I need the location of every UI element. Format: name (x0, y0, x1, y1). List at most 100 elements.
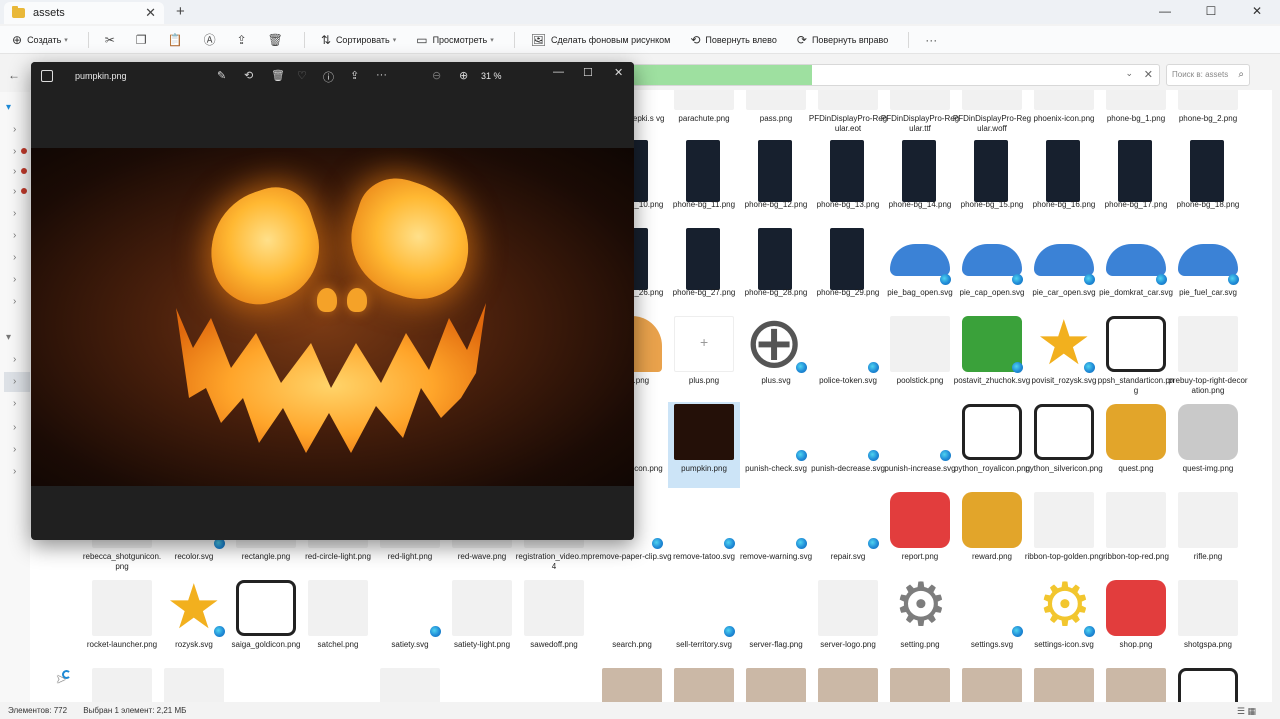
file-tile[interactable] (230, 666, 302, 702)
create-button[interactable]: ⊕ Создать ▾ (12, 33, 68, 47)
file-tile[interactable]: ribbon-top-golden.png (1025, 490, 1103, 576)
file-tile[interactable]: prebuy-top-right-decoration.png (1168, 314, 1248, 400)
minimize-button[interactable]: — (1142, 0, 1188, 24)
file-tile[interactable] (446, 666, 518, 702)
file-tile[interactable]: satchel.png (302, 578, 374, 664)
file-tile[interactable]: pumpkin.png (668, 402, 740, 488)
zoom-out-icon[interactable]: ⊖ (432, 69, 441, 82)
share-icon[interactable]: ⇪ (237, 33, 247, 47)
chevron-right-icon[interactable]: › (13, 296, 16, 307)
chevron-right-icon[interactable]: › (13, 124, 16, 135)
file-tile[interactable]: rifle.png (1172, 490, 1244, 576)
file-tile[interactable]: settings.svg (956, 578, 1028, 664)
rotate-icon[interactable]: ⟲ (244, 69, 253, 82)
file-tile[interactable]: phone-bg_11.png (668, 138, 740, 224)
rename-icon[interactable]: Ⓐ (204, 31, 216, 48)
more-options-icon[interactable]: ··· (925, 33, 937, 47)
file-tile[interactable]: pie_domkrat_car.svg (1099, 226, 1173, 312)
file-tile[interactable]: search.png (596, 578, 668, 664)
rotate-left-button[interactable]: ⟲ Повернуть влево (690, 33, 777, 47)
file-tile[interactable]: phone-bg_27.png (668, 226, 740, 312)
share-icon[interactable]: ⇪ (350, 69, 359, 82)
file-tile[interactable]: phone-bg_29.png (812, 226, 884, 312)
file-tile[interactable]: sawedoff.png (518, 578, 590, 664)
chevron-right-icon[interactable]: › (13, 208, 16, 219)
chevron-right-icon[interactable]: › (13, 376, 16, 387)
file-tile[interactable]: report.png (884, 490, 956, 576)
chevron-right-icon[interactable]: › (13, 230, 16, 241)
more-options-icon[interactable]: ··· (376, 69, 387, 81)
chevron-down-icon[interactable]: ⌄ (1125, 68, 1133, 79)
file-tile[interactable]: police-token.svg (812, 314, 884, 400)
zoom-in-icon[interactable]: ⊕ (459, 69, 468, 82)
sort-button[interactable]: ⇅ Сортировать ▾ (321, 33, 396, 47)
file-tile[interactable]: PFDinDisplayPro-Regular.woff (953, 90, 1031, 138)
copy-icon[interactable]: ❐ (136, 33, 147, 47)
view-button[interactable]: ▭ Просмотреть ▾ (416, 33, 493, 47)
file-tile[interactable] (86, 666, 158, 702)
file-tile[interactable]: ppsh_standarticon.png (1098, 314, 1174, 400)
chevron-right-icon[interactable]: › (13, 274, 16, 285)
close-tab-icon[interactable]: ✕ (145, 5, 156, 21)
file-tile[interactable]: poolstick.png (884, 314, 956, 400)
file-tile[interactable]: phone-bg_15.png (956, 138, 1028, 224)
file-tile[interactable]: pie_car_open.svg (1028, 226, 1100, 312)
file-tile[interactable]: satiety.svg (374, 578, 446, 664)
file-tile[interactable] (374, 666, 446, 702)
file-tile[interactable]: phone-bg_2.png (1172, 90, 1244, 138)
delete-icon[interactable]: 🗑 (271, 69, 285, 82)
chevron-right-icon[interactable]: › (13, 466, 16, 477)
chevron-right-icon[interactable]: › (13, 252, 16, 263)
file-tile[interactable]: settings-icon.svg (1028, 578, 1100, 664)
back-arrow-icon[interactable]: ← (8, 68, 20, 82)
rotate-right-button[interactable]: ⟳ Повернуть вправо (797, 33, 888, 47)
file-tile[interactable]: sell-territory.svg (668, 578, 740, 664)
paste-icon[interactable]: 📋 (168, 33, 183, 47)
file-tile[interactable] (668, 666, 740, 702)
chevron-down-icon[interactable]: ▾ (6, 332, 11, 343)
file-tile[interactable]: server-flag.png (740, 578, 812, 664)
address-bar[interactable]: ⌄ ✕ (632, 64, 1160, 86)
maximize-button[interactable]: ☐ (1188, 0, 1234, 24)
favorite-icon[interactable]: ♡ (297, 69, 307, 82)
file-tile[interactable]: repair.svg (812, 490, 884, 576)
file-tile[interactable] (1100, 666, 1172, 702)
file-tile[interactable]: remove-tatoo.svg (668, 490, 740, 576)
file-tile[interactable]: rozysk.svg (158, 578, 230, 664)
close-button[interactable]: ✕ (1234, 0, 1280, 24)
file-tile[interactable]: ribbon-top-red.png (1100, 490, 1172, 576)
info-icon[interactable]: ⓘ (323, 69, 334, 85)
file-tile[interactable] (1172, 666, 1244, 702)
file-tile[interactable]: shop.png (1100, 578, 1172, 664)
delete-icon[interactable]: 🗑 (268, 33, 283, 47)
new-tab-button[interactable]: + (176, 3, 185, 20)
maximize-button[interactable]: ☐ (583, 66, 593, 79)
file-tile[interactable]: satiety-light.png (446, 578, 518, 664)
set-wallpaper-button[interactable]: 🖼 Сделать фоновым рисунком (531, 33, 671, 47)
close-icon[interactable]: ✕ (1144, 68, 1153, 81)
file-tile[interactable]: remove-warning.svg (740, 490, 812, 576)
file-tile[interactable]: shotgspa.png (1172, 578, 1244, 664)
close-button[interactable]: ✕ (614, 66, 623, 79)
file-tile[interactable]: pie_cap_open.svg (956, 226, 1028, 312)
chevron-down-icon[interactable]: ▾ (6, 102, 11, 113)
file-tile[interactable] (884, 666, 956, 702)
file-tile[interactable]: phoenix-icon.png (1028, 90, 1100, 138)
file-tile[interactable]: saiga_goldicon.png (230, 578, 302, 664)
file-tile[interactable]: PFDinDisplayPro-Regular.eot (809, 90, 887, 138)
chevron-right-icon[interactable]: › (13, 186, 16, 197)
cut-icon[interactable]: ✂ (105, 33, 115, 47)
chevron-right-icon[interactable]: › (13, 354, 16, 365)
search-input[interactable]: Поиск в: assets ⌕ (1166, 64, 1250, 86)
file-tile[interactable]: PFDinDisplayPro-Regular.ttf (881, 90, 959, 138)
file-tile[interactable] (740, 666, 812, 702)
chevron-right-icon[interactable]: › (13, 166, 16, 177)
file-tile[interactable]: reward.png (956, 490, 1028, 576)
edit-image-icon[interactable]: ✎ (217, 69, 226, 82)
chevron-right-icon[interactable]: › (13, 422, 16, 433)
file-tile[interactable]: phone-bg_16.png (1028, 138, 1100, 224)
file-tile[interactable]: phone-bg_13.png (812, 138, 884, 224)
file-tile[interactable]: phone-bg_18.png (1172, 138, 1244, 224)
chevron-right-icon[interactable]: › (13, 444, 16, 455)
file-tile[interactable]: python_royalicon.png (954, 402, 1030, 488)
